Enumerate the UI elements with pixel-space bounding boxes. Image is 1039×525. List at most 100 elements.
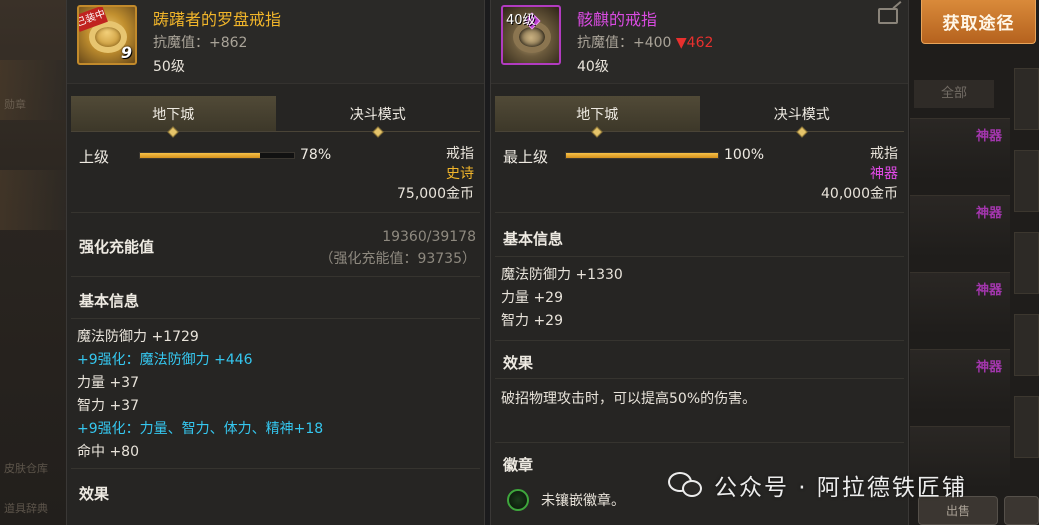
inventory-cell[interactable]: 神器: [910, 118, 1010, 180]
grade-fill: [140, 153, 261, 158]
inventory-cell[interactable]: 神器: [910, 272, 1010, 334]
tab-pvp[interactable]: 决斗模式: [276, 96, 481, 138]
icon-level: 40级: [506, 13, 536, 28]
rarity: 神器: [870, 166, 898, 182]
magic-resist-stat: 抗魔值：+400 ▼462: [577, 32, 713, 52]
obtain-source-button[interactable]: 获取途径: [921, 0, 1036, 44]
grade-percent: 78%: [300, 147, 332, 163]
diamond-icon: [796, 126, 808, 138]
effect-title: 效果: [79, 485, 110, 503]
item-name: 骸麒的戒指: [577, 10, 658, 29]
divider: [71, 212, 480, 213]
attribute-line: 智力 +29: [501, 313, 563, 329]
icon-count: 9: [120, 43, 132, 62]
divider: [495, 378, 904, 379]
rarity-tag: 神器: [975, 206, 1002, 221]
grade-bar: [139, 152, 295, 159]
attribute-line: 力量 +29: [501, 290, 563, 306]
divider: [495, 212, 904, 213]
filter-all-tab[interactable]: 全部: [914, 80, 994, 108]
bg-strip: [0, 170, 66, 230]
ring-icon: 已装中 9: [77, 5, 137, 65]
diamond-icon: [167, 126, 179, 138]
equipped-item-panel: 已装中 9 踌躇者的罗盘戒指 抗魔值：+862 50级 地下城 决斗模式 上级 …: [66, 0, 485, 525]
charge-values: 19360/39178 （强化充能值：93735）: [319, 226, 476, 270]
effect-title: 效果: [503, 354, 534, 372]
rarity-tag: 神器: [975, 360, 1002, 375]
grade-fill: [566, 153, 718, 158]
slot-type: 戒指: [870, 146, 898, 162]
wechat-icon: [668, 470, 704, 500]
item-header: 已装中 9 踌躇者的罗盘戒指 抗魔值：+862 50级: [67, 0, 484, 84]
tab-label: 决斗模式: [773, 106, 830, 123]
grade-label: 上级: [79, 148, 110, 166]
tab-dungeon[interactable]: 地下城: [495, 96, 700, 138]
grade-label: 最上级: [503, 148, 549, 166]
diamond-icon: [372, 126, 384, 138]
badge-status: 未镶嵌徽章。: [541, 493, 625, 509]
rarity-tag: 神器: [975, 129, 1002, 144]
grade-percent: 100%: [724, 147, 765, 163]
badge-slot-icon: [507, 489, 529, 511]
basic-info-title: 基本信息: [79, 292, 140, 310]
charge-title: 强化充能值: [79, 238, 155, 256]
item-meta: 戒指 史诗 75,000金币: [397, 144, 474, 204]
background-left-menu: 勋章 皮肤仓库 道具辞典: [0, 0, 66, 525]
divider: [495, 256, 904, 257]
tab-label: 决斗模式: [349, 106, 406, 123]
bg-menu-label: 勋章: [4, 98, 26, 111]
grade-bar: [565, 152, 719, 159]
attribute-line: 命中 +80: [77, 444, 139, 460]
divider: [71, 468, 480, 469]
item-name: 踌躇者的罗盘戒指: [153, 10, 282, 29]
attribute-line: 智力 +37: [77, 398, 139, 414]
basic-info-title: 基本信息: [503, 230, 564, 248]
effect-description: 破招物理攻击时，可以提高50%的伤害。: [501, 391, 757, 407]
share-icon[interactable]: [878, 8, 898, 24]
attribute-line: 魔法防御力 +1729: [77, 329, 199, 345]
diamond-icon: [591, 126, 603, 138]
badge-title: 徽章: [503, 456, 534, 474]
charge-progress: 19360/39178: [382, 229, 476, 245]
price: 40,000金币: [821, 186, 898, 202]
divider: [495, 340, 904, 341]
inventory-thumb[interactable]: [1014, 68, 1039, 130]
tab-label: 地下城: [152, 106, 195, 123]
divider: [71, 276, 480, 277]
inventory-cell[interactable]: 神器: [910, 195, 1010, 257]
stat-value: 抗魔值：+400: [577, 35, 676, 51]
magic-resist-stat: 抗魔值：+862: [153, 35, 248, 51]
inventory-thumb[interactable]: [1014, 396, 1039, 458]
divider: [495, 442, 904, 443]
tab-pvp[interactable]: 决斗模式: [700, 96, 905, 138]
item-meta: 戒指 神器 40,000金币: [821, 144, 898, 204]
compare-item-panel: 40级 骸麒的戒指 抗魔值：+400 ▼462 40级 地下城 决斗模式 最上级…: [490, 0, 909, 525]
watermark: 公众号 · 阿拉德铁匠铺: [668, 467, 967, 503]
inventory-cell[interactable]: 神器: [910, 349, 1010, 411]
bg-menu-label: 皮肤仓库: [4, 462, 48, 475]
rarity-tag: 神器: [975, 283, 1002, 298]
bg-menu-label: 道具辞典: [4, 502, 48, 515]
item-level: 40级: [577, 59, 609, 75]
price: 75,000金币: [397, 186, 474, 202]
extra-button[interactable]: [1004, 496, 1039, 525]
item-header: 40级 骸麒的戒指 抗魔值：+400 ▼462 40级: [491, 0, 908, 84]
tab-dungeon[interactable]: 地下城: [71, 96, 276, 138]
attribute-line: +9强化：力量、智力、体力、精神+18: [77, 421, 324, 437]
slot-type: 戒指: [446, 146, 474, 162]
inventory-thumb[interactable]: [1014, 314, 1039, 376]
stat-down: ▼462: [675, 35, 714, 51]
charge-total: （强化充能值：93735）: [319, 251, 476, 267]
attribute-line: 魔法防御力 +1330: [501, 267, 623, 283]
rarity: 史诗: [446, 166, 474, 182]
inventory-thumb[interactable]: [1014, 150, 1039, 212]
attribute-line: +9强化：魔法防御力 +446: [77, 352, 253, 368]
attribute-line: 力量 +37: [77, 375, 139, 391]
watermark-text: 公众号 · 阿拉德铁匠铺: [714, 475, 967, 501]
item-level: 50级: [153, 59, 185, 75]
divider: [71, 318, 480, 319]
inventory-thumb[interactable]: [1014, 232, 1039, 294]
ring-icon: 40级: [501, 5, 561, 65]
mode-tabs: 地下城 决斗模式: [71, 96, 481, 138]
tab-label: 地下城: [576, 106, 619, 123]
